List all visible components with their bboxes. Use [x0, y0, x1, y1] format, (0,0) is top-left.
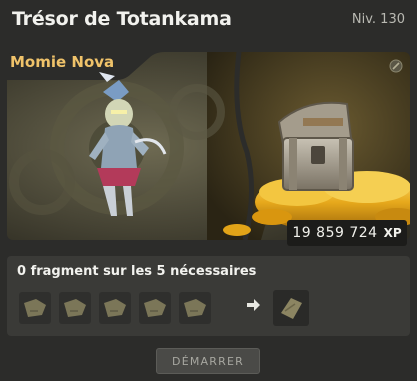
- fragment-slot-1[interactable]: [19, 292, 51, 324]
- map-reward-slot[interactable]: [273, 290, 309, 326]
- fragment-icon: [104, 299, 126, 317]
- fragment-slot-4[interactable]: [139, 292, 171, 324]
- fragment-icon: [64, 299, 86, 317]
- fragment-icon: [184, 299, 206, 317]
- lock-icon[interactable]: [389, 58, 403, 77]
- fragment-slot-3[interactable]: [99, 292, 131, 324]
- fragment-status: 0 fragment sur les 5 nécessaires: [17, 264, 257, 279]
- fragment-slot-2[interactable]: [59, 292, 91, 324]
- treasure-chest-icon: [277, 101, 354, 191]
- fragment-slot-5[interactable]: [179, 292, 211, 324]
- xp-reward-box: 19 859 724 XP: [287, 220, 407, 246]
- xp-value: 19 859 724: [292, 225, 378, 241]
- fragment-section: 0 fragment sur les 5 nécessaires: [7, 256, 410, 336]
- fragment-icon: [144, 299, 166, 317]
- quest-title: Trésor de Totankama: [12, 8, 232, 30]
- treasure-illustration: [7, 52, 410, 240]
- map-scroll-icon: [281, 298, 302, 319]
- start-button[interactable]: DÉMARRER: [156, 348, 260, 374]
- level-label: Niv. 130: [351, 12, 405, 27]
- arrow-right-icon: [247, 299, 260, 311]
- monster-name: Momie Nova: [10, 53, 115, 71]
- treasure-hunt-panel: Trésor de Totankama Niv. 130 Momie Nova …: [0, 0, 417, 381]
- fragment-icon: [24, 299, 46, 317]
- xp-unit: XP: [383, 226, 402, 240]
